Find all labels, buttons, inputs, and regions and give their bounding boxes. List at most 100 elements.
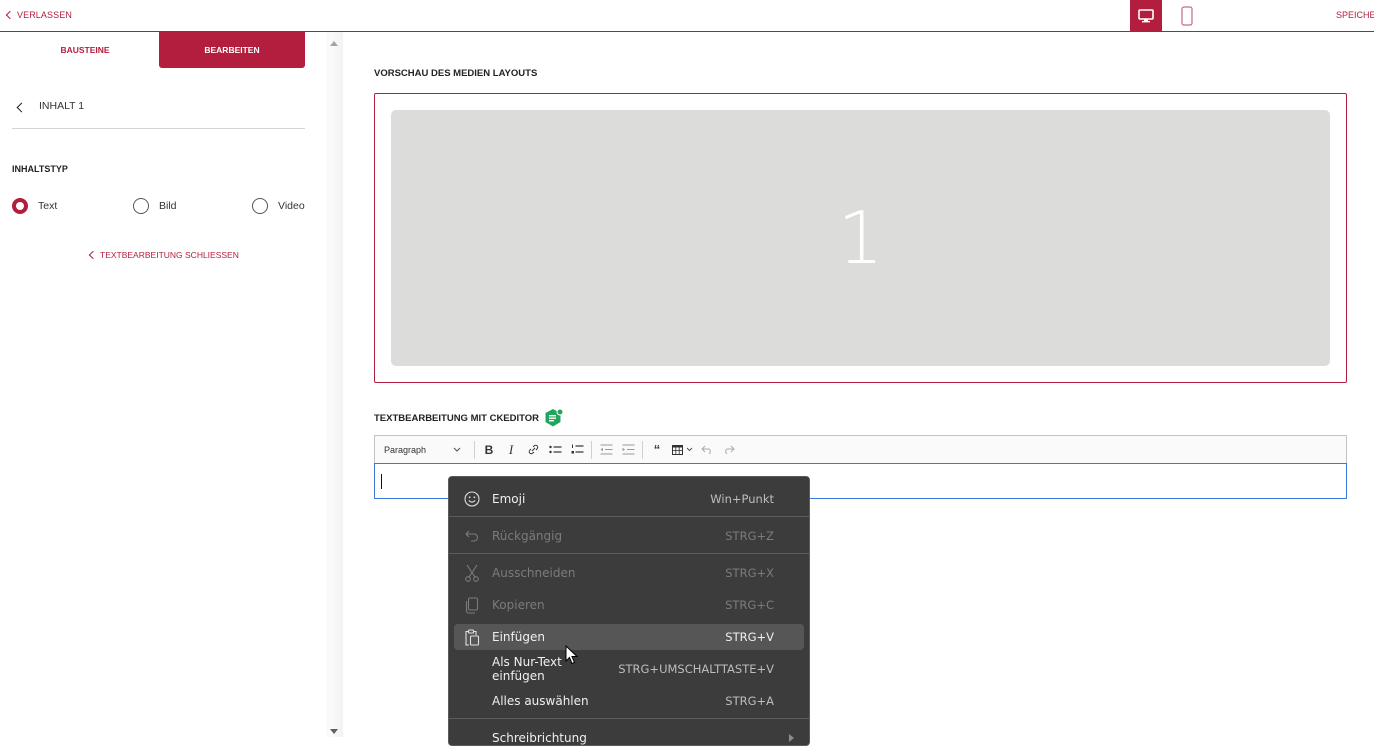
outdent-icon [600,444,612,455]
radio-label: Bild [159,200,177,212]
close-text-editing-label: TEXTBEARBEITUNG SCHLIESSEN [100,250,239,260]
link-button[interactable] [522,436,544,463]
content-type-bild-radio[interactable]: Bild [133,198,177,214]
media-layout-preview: 1 [374,93,1347,383]
redo-button[interactable] [718,436,740,463]
top-bar: VERLASSEN SPEICHERN [0,0,1374,32]
context-menu: Emoji Win+Punkt Rückgängig STRG+Z Aussch… [448,476,810,746]
radio-unselected-icon [133,198,149,214]
context-menu-label: Kopieren [492,598,545,612]
chevron-left-icon [5,10,15,20]
context-menu-label: Ausschneiden [492,566,576,580]
heading-dropdown[interactable]: Paragraph [375,436,471,463]
radio-unselected-icon [252,198,268,214]
context-menu-shortcut: STRG+UMSCHALTTASTE+V [618,662,774,676]
content-type-text-radio[interactable]: Text [12,198,57,214]
undo-icon [454,529,490,543]
indent-button[interactable] [617,436,639,463]
table-icon [671,444,683,455]
context-menu-shortcut: STRG+V [725,630,774,644]
link-icon [528,444,538,455]
tab-bausteine[interactable]: BAUSTEINE [12,32,158,68]
context-menu-label: Alles auswählen [492,694,589,708]
save-button[interactable]: SPEICHERN [1336,10,1374,20]
ckeditor-title: TEXTBEARBEITUNG MIT CKEDITOR [374,408,564,428]
toolbar-separator [591,440,592,459]
paste-icon [454,628,490,646]
numbered-list-icon [571,444,583,454]
smartphone-icon [1181,5,1193,26]
scissors-icon [454,564,490,582]
desktop-view-button[interactable] [1130,0,1162,31]
undo-icon [701,445,711,454]
context-menu-item-paste-plain-text[interactable]: Als Nur-Text einfügen STRG+UMSCHALTTASTE… [454,655,804,683]
context-menu-label: Emoji [492,492,526,506]
content-type-video-radio[interactable]: Video [252,198,305,214]
context-menu-item-select-all[interactable]: Alles auswählen STRG+A [454,688,804,714]
context-menu-item-copy[interactable]: Kopieren STRG+C [454,592,804,618]
ckeditor-title-label: TEXTBEARBEITUNG MIT CKEDITOR [374,412,540,424]
toolbar-separator [474,440,475,459]
tab-bearbeiten[interactable]: BEARBEITEN [159,32,305,68]
text-caret [381,474,382,489]
heading-dropdown-value: Paragraph [384,444,427,455]
outdent-button[interactable] [595,436,617,463]
scroll-down-arrow-icon[interactable] [330,729,338,734]
context-menu-item-writing-direction[interactable]: Schreibrichtung [454,725,804,751]
close-text-editing-link[interactable]: TEXTBEARBEITUNG SCHLIESSEN [88,250,239,260]
chevron-down-icon [453,447,461,452]
context-menu-separator [449,516,809,517]
radio-selected-icon [12,198,28,214]
undo-button[interactable] [696,436,718,463]
context-menu-shortcut: STRG+C [725,598,774,612]
context-menu-item-paste[interactable]: Einfügen STRG+V [454,624,804,650]
mobile-view-button[interactable] [1172,0,1202,31]
chevron-left-icon [88,250,98,260]
italic-button[interactable]: I [500,436,522,463]
content-type-label: INHALTSTYP [12,164,68,174]
context-menu-shortcut: STRG+A [725,694,774,708]
block-quote-button[interactable]: “ [646,436,668,463]
submenu-arrow-icon [789,734,794,742]
emoji-icon [454,491,490,507]
insert-table-button[interactable] [668,436,696,463]
preview-title: VORSCHAU DES MEDIEN LAYOUTS [374,68,538,79]
bulleted-list-button[interactable] [544,436,566,463]
back-icon[interactable] [16,102,27,113]
context-menu-shortcut: Win+Punkt [710,492,774,506]
context-menu-item-undo[interactable]: Rückgängig STRG+Z [454,523,804,549]
toolbar-separator [642,440,643,459]
preview-slot[interactable]: 1 [391,110,1330,366]
context-menu-label: Rückgängig [492,529,563,543]
context-menu-label: Schreibrichtung [492,731,587,745]
quote-icon: “ [653,442,661,457]
scroll-up-arrow-icon[interactable] [330,41,338,46]
leave-label: VERLASSEN [17,10,72,20]
redo-icon [725,445,735,454]
radio-label: Text [38,200,58,212]
bold-button[interactable]: B [478,436,500,463]
copy-icon [454,596,490,614]
context-menu-label: Als Nur-Text einfügen [492,655,562,683]
monitor-icon [1138,8,1154,22]
context-menu-label: Einfügen [492,630,545,644]
numbered-list-button[interactable] [566,436,588,463]
radio-label: Video [278,200,305,212]
context-menu-shortcut: STRG+Z [725,529,774,543]
context-menu-shortcut: STRG+X [725,566,774,580]
content-title: INHALT 1 [39,100,85,112]
slot-number: 1 [837,196,884,280]
content-header: INHALT 1 [12,100,305,129]
sidebar-scrollbar[interactable] [326,32,343,737]
bold-icon: B [484,442,494,457]
context-menu-item-cut[interactable]: Ausschneiden STRG+X [454,560,804,586]
context-menu-item-emoji[interactable]: Emoji Win+Punkt [454,486,804,512]
bulleted-list-icon [548,445,561,453]
context-menu-separator [449,718,809,719]
sidebar: BAUSTEINE BEARBEITEN INHALT 1 INHALTSTYP… [0,32,326,737]
ckeditor-logo-icon [545,408,564,427]
ckeditor-toolbar: Paragraph B I “ [374,435,1347,463]
chevron-down-icon [686,447,692,452]
indent-icon [622,444,634,455]
leave-button[interactable]: VERLASSEN [5,10,72,20]
